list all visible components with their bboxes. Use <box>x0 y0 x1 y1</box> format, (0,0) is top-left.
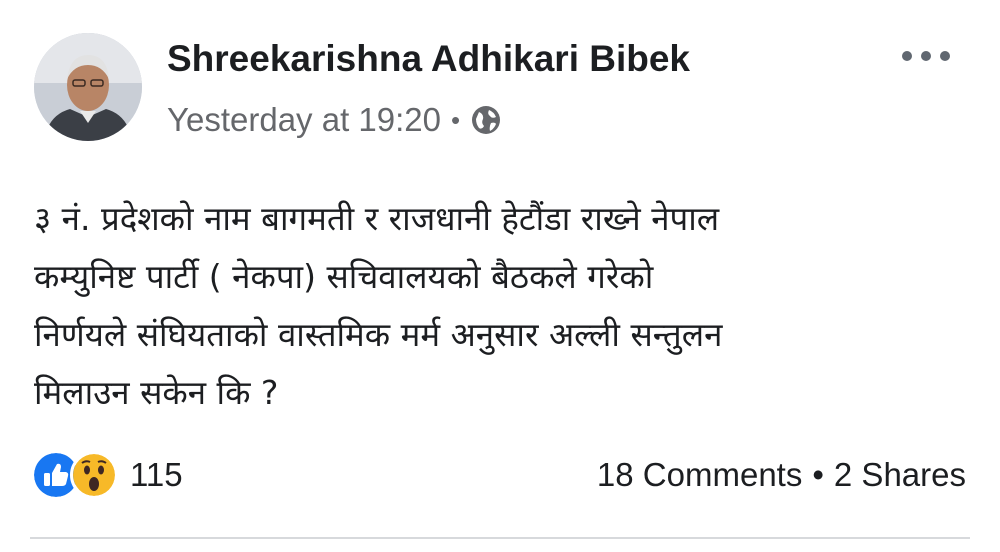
post-text-line: मिलाउन सकेन कि ? <box>34 373 279 412</box>
meta-separator: • <box>451 104 461 135</box>
more-options-button[interactable] <box>902 42 950 70</box>
shares-count-link[interactable]: 2 Shares <box>834 456 966 494</box>
globe-icon[interactable] <box>470 104 502 136</box>
divider <box>30 537 970 539</box>
engagement-summary: 18 Comments • 2 Shares <box>597 455 966 495</box>
post-timestamp[interactable]: Yesterday at 19:20 <box>167 101 441 139</box>
author-name[interactable]: Shreekarishna Adhikari Bibek <box>167 38 690 80</box>
post-text: ३ नं. प्रदेशको नाम बागमती र राजधानी हेटौ… <box>34 190 964 422</box>
more-options-icon <box>902 51 912 61</box>
reaction-count: 115 <box>130 456 183 493</box>
post-text-line: ३ नं. प्रदेशको नाम बागमती र राजधानी हेटौ… <box>34 199 720 238</box>
comments-count-link[interactable]: 18 Comments <box>597 456 802 494</box>
wow-icon <box>70 451 118 499</box>
post-meta: Yesterday at 19:20 • <box>167 98 502 142</box>
reactions-summary[interactable]: 115 <box>34 450 183 500</box>
post-text-line: कम्युनिष्ट पार्टी ( नेकपा) सचिवालयको बैठ… <box>34 257 654 296</box>
post-text-line: निर्णयले संघियताको वास्तमिक मर्म अनुसार … <box>34 315 723 354</box>
avatar-photo <box>34 33 142 141</box>
facebook-post: Shreekarishna Adhikari Bibek Yesterday a… <box>0 0 1000 552</box>
engagement-separator: • <box>812 456 824 493</box>
author-avatar[interactable] <box>34 33 142 141</box>
